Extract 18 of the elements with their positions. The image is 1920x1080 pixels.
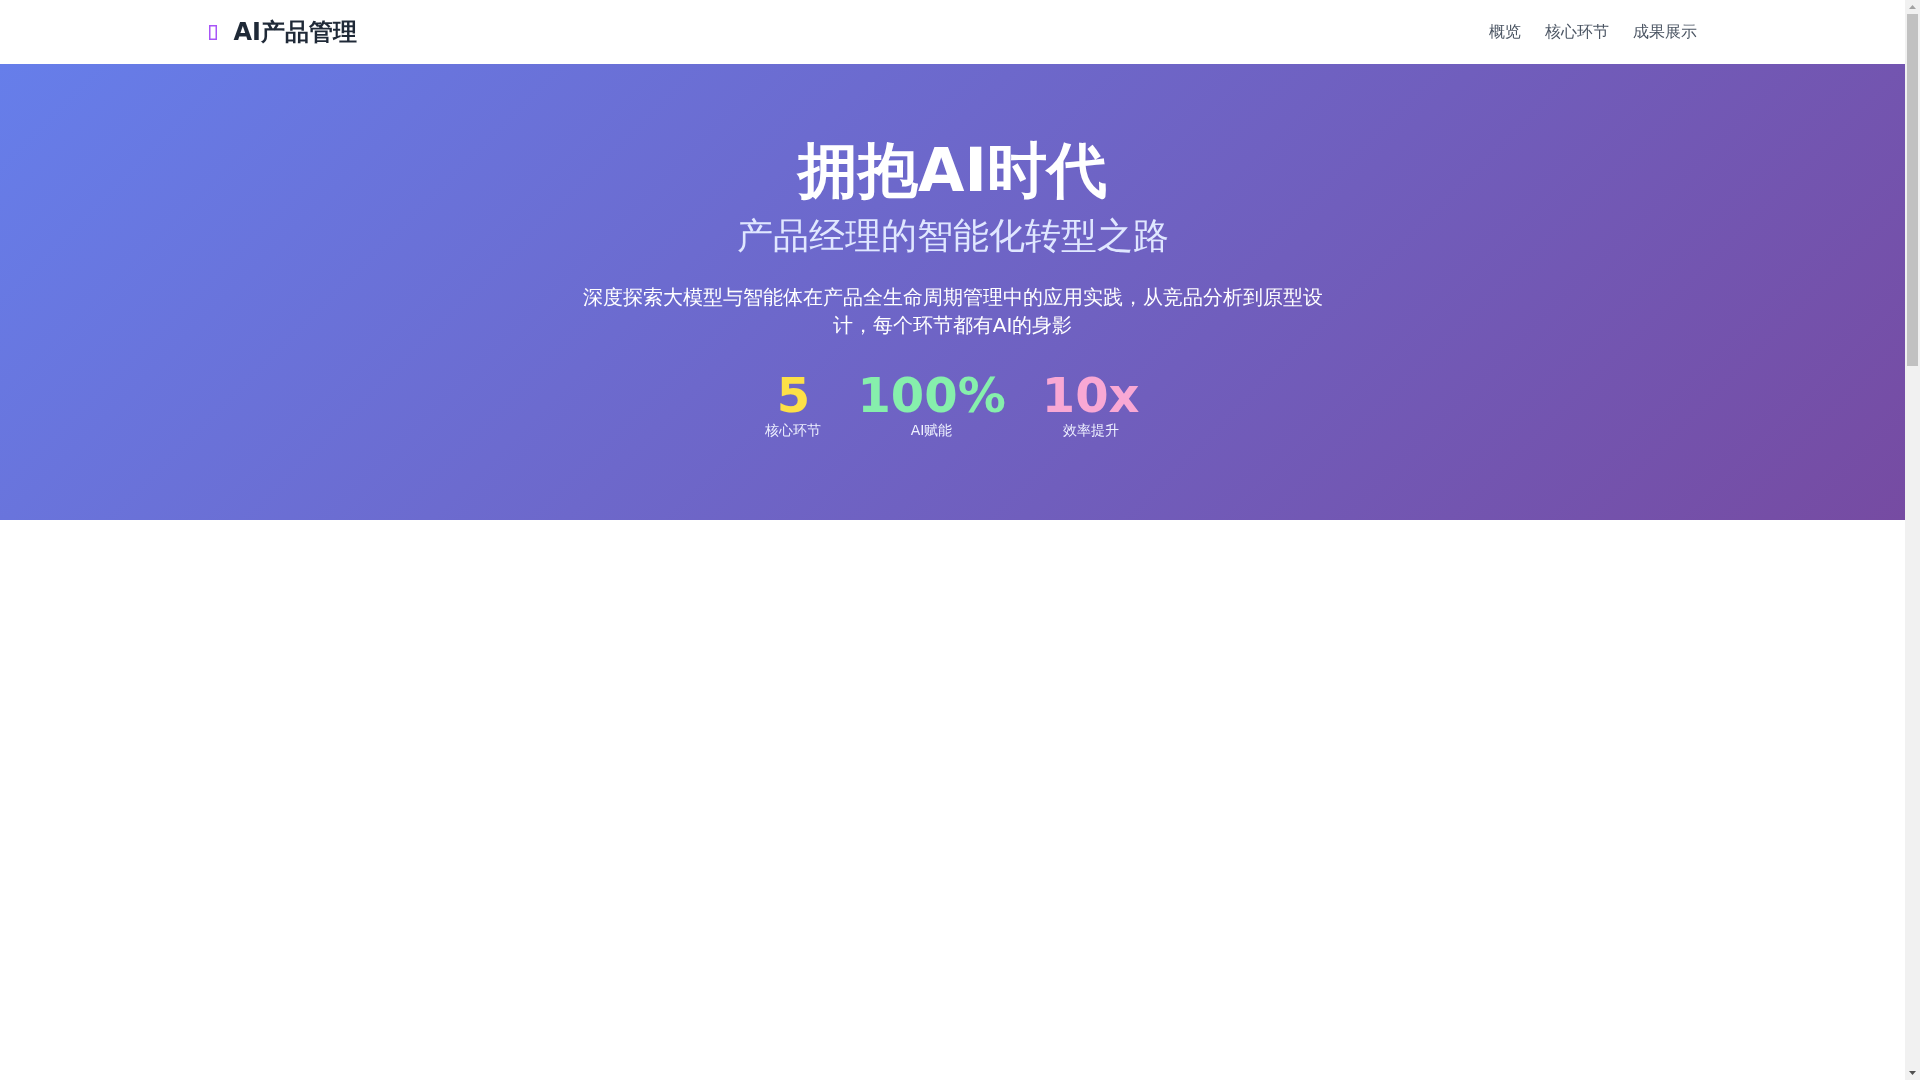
site-title[interactable]: AI产品管理 xyxy=(233,16,357,48)
stat-label: AI赋能 xyxy=(910,421,953,440)
nav-link[interactable]: 概览 xyxy=(1488,20,1521,44)
stat-label: 核心环节 xyxy=(765,421,822,440)
scroll-down-icon[interactable] xyxy=(1909,1071,1916,1075)
scroll-up-icon[interactable] xyxy=(1909,5,1916,9)
stat-value: 100% xyxy=(857,371,1006,419)
missing-glyph-icon xyxy=(208,24,217,40)
hero-description: 深度探索大模型与智能体在产品全生命周期管理中的应用实践，从竞品分析到原型设计，每个环节都有AI的身影 xyxy=(581,284,1324,339)
stat-label: 效率提升 xyxy=(1062,421,1119,440)
stat-value: 5 xyxy=(776,371,811,419)
nav-link[interactable]: 核心环节 xyxy=(1544,20,1609,44)
nav-link[interactable]: 成果展示 xyxy=(1632,20,1697,44)
hero-title: 拥抱AI时代 xyxy=(798,140,1107,200)
hero-subtitle: 产品经理的智能化转型之路 xyxy=(736,216,1169,256)
scrollbar[interactable] xyxy=(1905,0,1920,1080)
scrollbar-thumb[interactable] xyxy=(1907,14,1918,366)
stat-value: 10x xyxy=(1041,371,1140,419)
